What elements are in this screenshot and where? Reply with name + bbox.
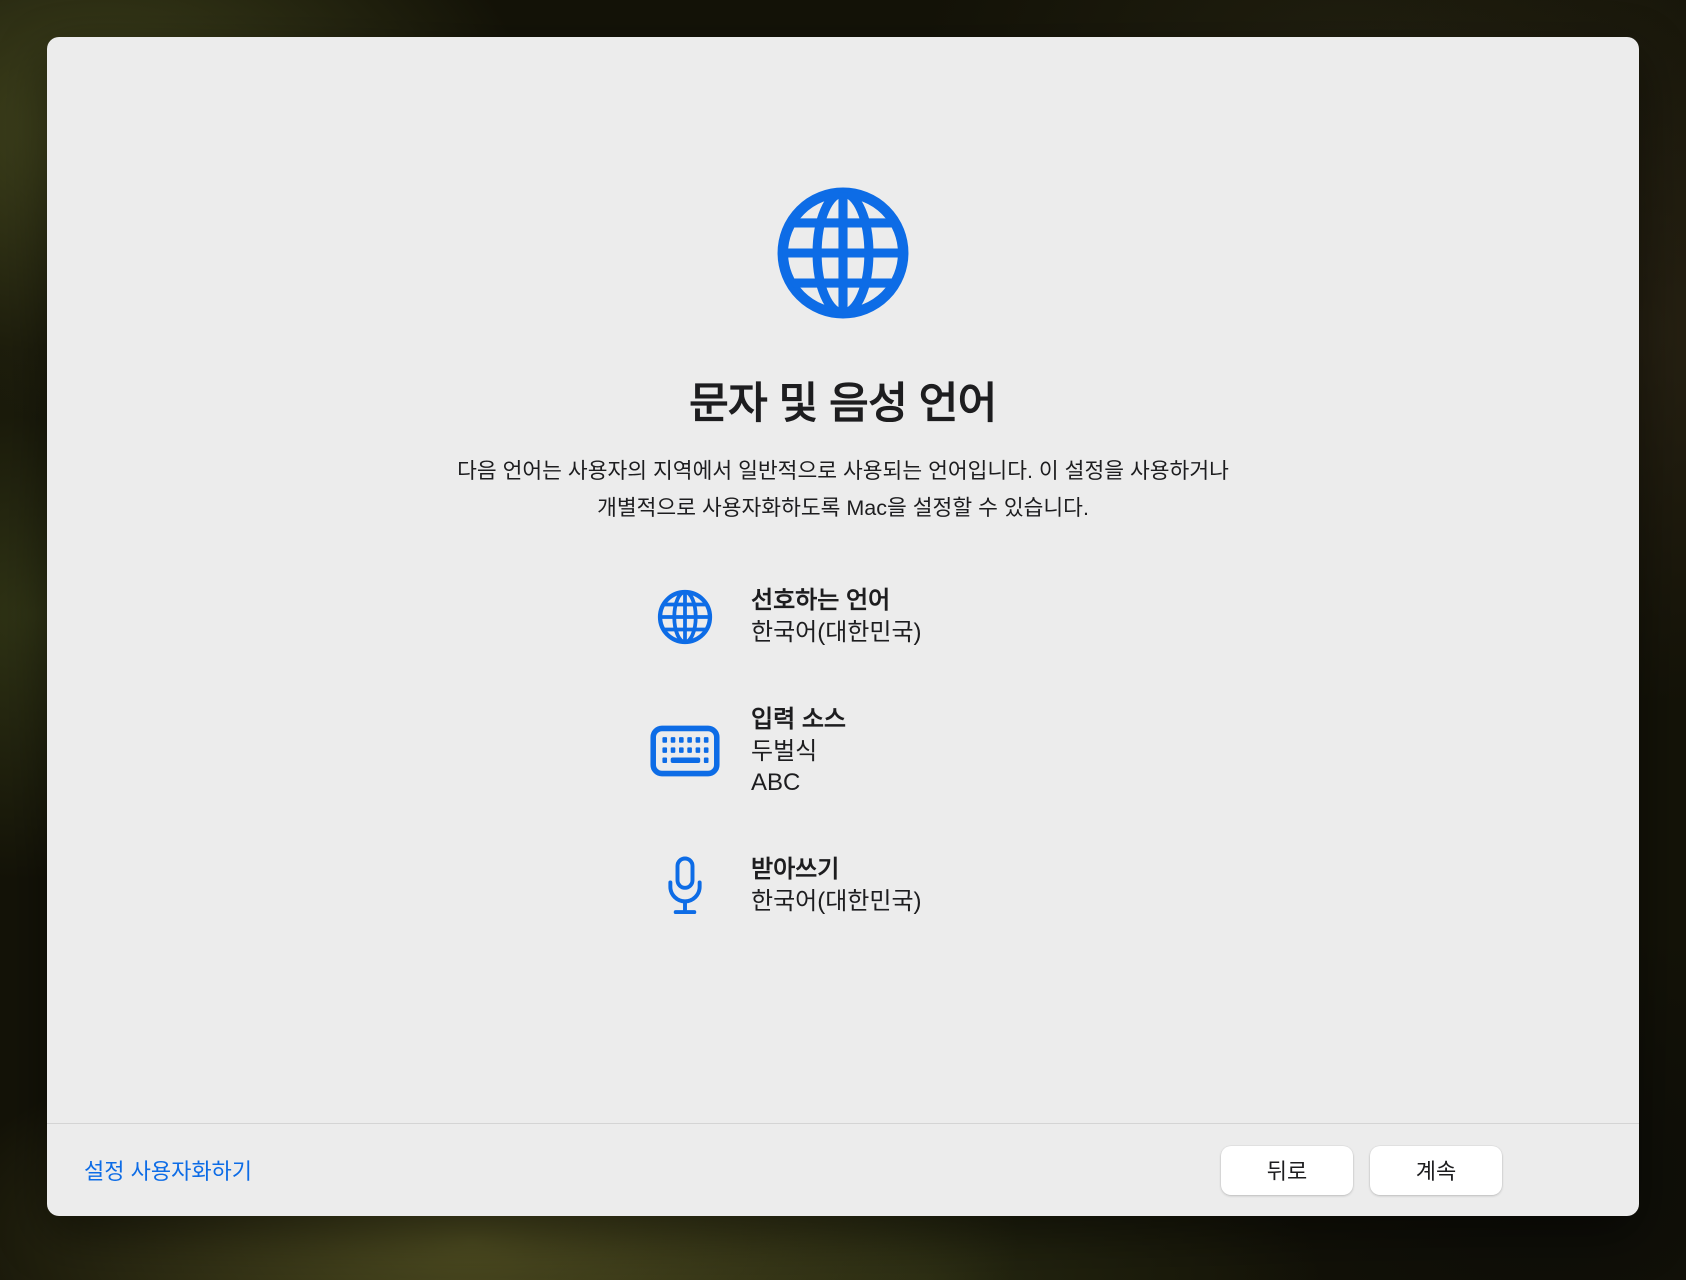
item-title: 입력 소스 <box>751 704 846 736</box>
item-title: 받아쓰기 <box>751 854 922 886</box>
page-description-line1: 다음 언어는 사용자의 지역에서 일반적으로 사용되는 언어입니다. 이 설정을… <box>47 453 1639 490</box>
item-text: 받아쓰기 한국어(대한민국) <box>751 854 922 917</box>
item-value: 한국어(대한민국) <box>751 886 922 917</box>
setup-dialog: 문자 및 음성 언어 다음 언어는 사용자의 지역에서 일반적으로 사용되는 언… <box>47 37 1639 1216</box>
page-description: 다음 언어는 사용자의 지역에서 일반적으로 사용되는 언어입니다. 이 설정을… <box>47 453 1639 527</box>
back-button[interactable]: 뒤로 <box>1221 1146 1353 1195</box>
page-description-line2: 개별적으로 사용자화하도록 Mac을 설정할 수 있습니다. <box>47 490 1639 527</box>
list-item-preferred-language: 선호하는 언어 한국어(대한민국) <box>643 585 922 648</box>
list-item-input-sources: 입력 소스 두벌식 ABC <box>643 704 922 798</box>
item-text: 입력 소스 두벌식 ABC <box>751 704 846 798</box>
globe-icon <box>643 588 727 646</box>
item-value: 한국어(대한민국) <box>751 617 922 648</box>
customize-settings-link[interactable]: 설정 사용자화하기 <box>84 1154 252 1186</box>
keyboard-icon <box>643 725 727 777</box>
list-item-dictation: 받아쓰기 한국어(대한민국) <box>643 854 922 917</box>
globe-icon <box>773 183 913 323</box>
item-text: 선호하는 언어 한국어(대한민국) <box>751 585 922 648</box>
microphone-icon <box>643 856 727 916</box>
item-value: ABC <box>751 767 846 798</box>
item-value: 두벌식 <box>751 736 846 767</box>
footer-buttons: 뒤로 계속 <box>1221 1146 1502 1195</box>
continue-button[interactable]: 계속 <box>1370 1146 1502 1195</box>
language-settings-list: 선호하는 언어 한국어(대한민국) <box>643 585 922 917</box>
item-title: 선호하는 언어 <box>751 585 922 617</box>
page-title: 문자 및 음성 언어 <box>47 369 1639 431</box>
footer-bar: 설정 사용자화하기 뒤로 계속 <box>47 1123 1639 1216</box>
